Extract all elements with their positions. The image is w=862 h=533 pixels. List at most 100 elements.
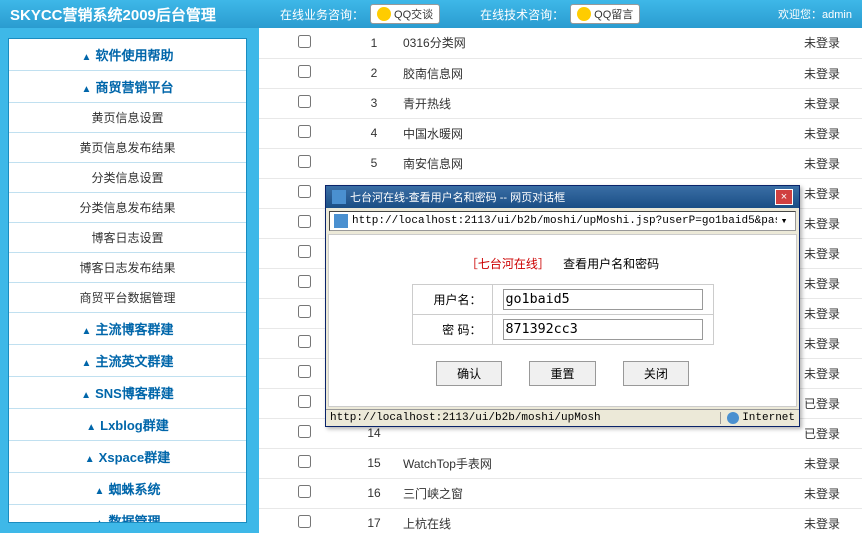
row-status: 未登录 (782, 478, 862, 508)
sidebar-item-10[interactable]: ▲主流英文群建 (9, 345, 246, 377)
welcome-text: 欢迎您：admin (778, 6, 852, 22)
row-checkbox[interactable] (298, 485, 311, 498)
sidebar-item-label: 黄页信息发布结果 (79, 141, 175, 155)
chevron-down-icon[interactable]: ▾ (777, 214, 791, 228)
close-icon[interactable]: × (775, 189, 793, 205)
sidebar-item-label: 分类信息发布结果 (79, 201, 175, 215)
row-checkbox[interactable] (298, 95, 311, 108)
app-title: SKYCC营销系统2009后台管理 (10, 4, 280, 25)
row-checkbox[interactable] (298, 125, 311, 138)
dialog-heading-text: 查看用户名和密码 (563, 257, 659, 271)
triangle-icon: ▲ (82, 84, 92, 95)
dialog-heading: ［七台河在线］ 查看用户名和密码 (349, 255, 776, 272)
row-checkbox[interactable] (298, 515, 311, 528)
table-row: 5南安信息网未登录 (259, 148, 862, 178)
row-checkbox[interactable] (298, 305, 311, 318)
dialog-buttons: 确认 重置 关闭 (349, 361, 776, 386)
sidebar-item-0[interactable]: ▲软件使用帮助 (9, 39, 246, 71)
username-label: 用户名： (412, 285, 492, 315)
username-input[interactable] (503, 289, 703, 310)
qq-icon (377, 7, 391, 21)
sidebar-item-label: 商贸营销平台 (95, 80, 173, 95)
sidebar-item-label: SNS博客群建 (95, 386, 174, 401)
row-checkbox[interactable] (298, 425, 311, 438)
dialog-body: ［七台河在线］ 查看用户名和密码 用户名： 密 码： 确认 重置 关闭 (328, 234, 797, 407)
dialog-address-bar: http://localhost:2113/ui/b2b/moshi/upMos… (329, 211, 796, 231)
sidebar-item-7[interactable]: 博客日志发布结果 (9, 253, 246, 283)
row-site-name: 0316分类网 (399, 28, 782, 58)
qq-talk-button[interactable]: QQ交谈 (370, 4, 440, 24)
password-label: 密 码： (412, 315, 492, 345)
sidebar-item-label: 博客日志发布结果 (79, 261, 175, 275)
app-header: SKYCC营销系统2009后台管理 在线业务咨询： QQ交谈 在线技术咨询： Q… (0, 0, 862, 28)
row-checkbox[interactable] (298, 395, 311, 408)
reset-button[interactable]: 重置 (529, 361, 595, 386)
dialog-title-text: 七台河在线-查看用户名和密码 -- 网页对话框 (350, 189, 565, 205)
row-checkbox[interactable] (298, 65, 311, 78)
triangle-icon: ▲ (85, 454, 95, 465)
triangle-icon: ▲ (82, 358, 92, 369)
table-row: 4中国水暖网未登录 (259, 118, 862, 148)
sidebar-item-label: 主流英文群建 (95, 354, 173, 369)
row-checkbox[interactable] (298, 335, 311, 348)
triangle-icon: ▲ (95, 486, 105, 497)
close-button[interactable]: 关闭 (623, 361, 689, 386)
table-row: 16三门峡之窗未登录 (259, 478, 862, 508)
sidebar-item-12[interactable]: ▲Lxblog群建 (9, 409, 246, 441)
row-number: 15 (349, 448, 399, 478)
row-number: 3 (349, 88, 399, 118)
row-checkbox[interactable] (298, 185, 311, 198)
status-url: http://localhost:2113/ui/b2b/moshi/upMos… (330, 412, 601, 424)
row-site-name: 青开热线 (399, 88, 782, 118)
row-checkbox[interactable] (298, 245, 311, 258)
row-number: 1 (349, 28, 399, 58)
sidebar-item-11[interactable]: ▲SNS博客群建 (9, 377, 246, 409)
dialog-titlebar[interactable]: 七台河在线-查看用户名和密码 -- 网页对话框 × (326, 186, 799, 208)
table-row: 3青开热线未登录 (259, 88, 862, 118)
row-checkbox[interactable] (298, 215, 311, 228)
sidebar-item-label: 蜘蛛系统 (108, 482, 160, 497)
row-checkbox[interactable] (298, 455, 311, 468)
sidebar-item-6[interactable]: 博客日志设置 (9, 223, 246, 253)
ie-icon (332, 190, 346, 204)
row-number: 16 (349, 478, 399, 508)
dialog-url-text[interactable]: http://localhost:2113/ui/b2b/moshi/upMos… (352, 215, 777, 227)
row-site-name: WatchTop手表网 (399, 448, 782, 478)
ie-icon (334, 214, 348, 228)
sidebar-item-label: Xspace群建 (99, 450, 171, 465)
sidebar-item-4[interactable]: 分类信息设置 (9, 163, 246, 193)
sidebar-item-3[interactable]: 黄页信息发布结果 (9, 133, 246, 163)
sidebar: ▲软件使用帮助▲商贸营销平台黄页信息设置黄页信息发布结果分类信息设置分类信息发布… (0, 28, 255, 533)
tech-consult-label: 在线技术咨询： (480, 6, 564, 23)
dialog-statusbar: http://localhost:2113/ui/b2b/moshi/upMos… (326, 409, 799, 426)
row-number: 2 (349, 58, 399, 88)
row-checkbox[interactable] (298, 155, 311, 168)
row-checkbox[interactable] (298, 35, 311, 48)
sidebar-item-8[interactable]: 商贸平台数据管理 (9, 283, 246, 313)
table-row: 2胶南信息网未登录 (259, 58, 862, 88)
sidebar-item-5[interactable]: 分类信息发布结果 (9, 193, 246, 223)
row-checkbox[interactable] (298, 365, 311, 378)
password-input[interactable] (503, 319, 703, 340)
sidebar-item-1[interactable]: ▲商贸营销平台 (9, 71, 246, 103)
sidebar-item-label: 主流博客群建 (95, 322, 173, 337)
confirm-button[interactable]: 确认 (436, 361, 502, 386)
row-status: 未登录 (782, 28, 862, 58)
qq-msg-button[interactable]: QQ留言 (570, 4, 640, 24)
dialog-site-name: ［七台河在线］ (466, 257, 550, 271)
row-site-name: 胶南信息网 (399, 58, 782, 88)
row-checkbox[interactable] (298, 275, 311, 288)
sidebar-item-13[interactable]: ▲ Xspace群建 (9, 441, 246, 473)
biz-consult-label: 在线业务咨询： (280, 6, 364, 23)
table-row: 15WatchTop手表网未登录 (259, 448, 862, 478)
sidebar-item-14[interactable]: ▲蜘蛛系统 (9, 473, 246, 505)
table-row: 17上杭在线未登录 (259, 508, 862, 533)
row-status: 未登录 (782, 88, 862, 118)
sidebar-item-2[interactable]: 黄页信息设置 (9, 103, 246, 133)
triangle-icon: ▲ (82, 326, 92, 337)
row-site-name: 南安信息网 (399, 148, 782, 178)
sidebar-item-15[interactable]: ▲数据管理 (9, 505, 246, 523)
sidebar-item-label: 博客日志设置 (91, 231, 163, 245)
sidebar-item-9[interactable]: ▲主流博客群建 (9, 313, 246, 345)
sidebar-item-label: 黄页信息设置 (91, 111, 163, 125)
